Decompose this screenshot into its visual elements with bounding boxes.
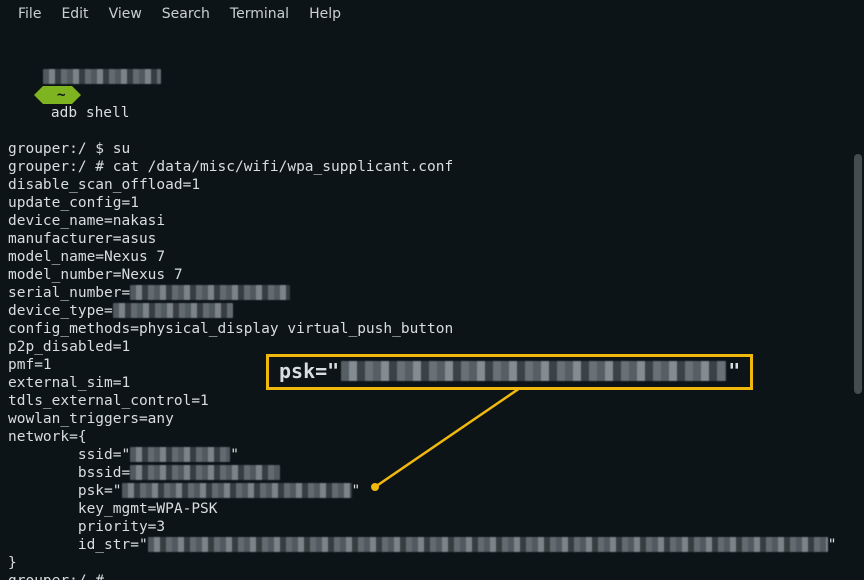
redacted-serial [130,285,290,300]
terminal-line: device_type= [8,302,856,320]
terminal-line: grouper:/ # cat /data/misc/wifi/wpa_supp… [8,158,856,176]
scrollbar-thumb[interactable] [854,154,862,394]
terminal-line: model_number=Nexus 7 [8,266,856,284]
terminal-area[interactable]: ~ adb shell grouper:/ $ su grouper:/ # c… [0,28,864,580]
terminal-line: manufacturer=asus [8,230,856,248]
terminal-line: config_methods=physical_display virtual_… [8,320,856,338]
terminal-line: grouper:/ $ su [8,140,856,158]
redacted-user-host [43,69,161,84]
terminal-line: network={ [8,428,856,446]
terminal-line: tdls_external_control=1 [8,392,856,410]
terminal-line-psk: psk="" [8,482,856,500]
terminal-line: ssid="" [8,446,856,464]
menu-item-terminal[interactable]: Terminal [220,3,299,25]
menu-item-edit[interactable]: Edit [51,3,98,25]
terminal-line: key_mgmt=WPA-PSK [8,500,856,518]
terminal-line: bssid= [8,464,856,482]
terminal-line: } [8,554,856,572]
terminal-line: device_name=nakasi [8,212,856,230]
menu-item-search[interactable]: Search [152,3,220,25]
menu-item-view[interactable]: View [99,3,152,25]
callout-suffix: " [728,362,740,380]
redacted-id-str [148,537,828,552]
annotation-callout-psk: psk=" " [266,354,753,390]
command-text: adb shell [51,105,130,121]
terminal-line: disable_scan_offload=1 [8,176,856,194]
menu-item-file[interactable]: File [8,3,51,25]
redacted-psk-callout [341,361,726,381]
terminal-line: serial_number= [8,284,856,302]
menu-bar: File Edit View Search Terminal Help [0,0,864,28]
prompt-line: ~ adb shell [8,50,856,140]
terminal-line: id_str="" [8,536,856,554]
redacted-ssid [130,447,230,462]
redacted-device-type [113,303,233,318]
menu-item-help[interactable]: Help [299,3,351,25]
prompt-arrow-segment: ~ [43,86,72,104]
redacted-bssid [130,465,280,480]
terminal-line: update_config=1 [8,194,856,212]
terminal-line-prompt-end: grouper:/ # [8,572,856,580]
terminal-line: model_name=Nexus 7 [8,248,856,266]
redacted-psk [122,483,352,498]
terminal-line: priority=3 [8,518,856,536]
terminal-line: wowlan_triggers=any [8,410,856,428]
home-symbol: ~ [57,87,66,103]
callout-prefix: psk=" [279,362,339,380]
